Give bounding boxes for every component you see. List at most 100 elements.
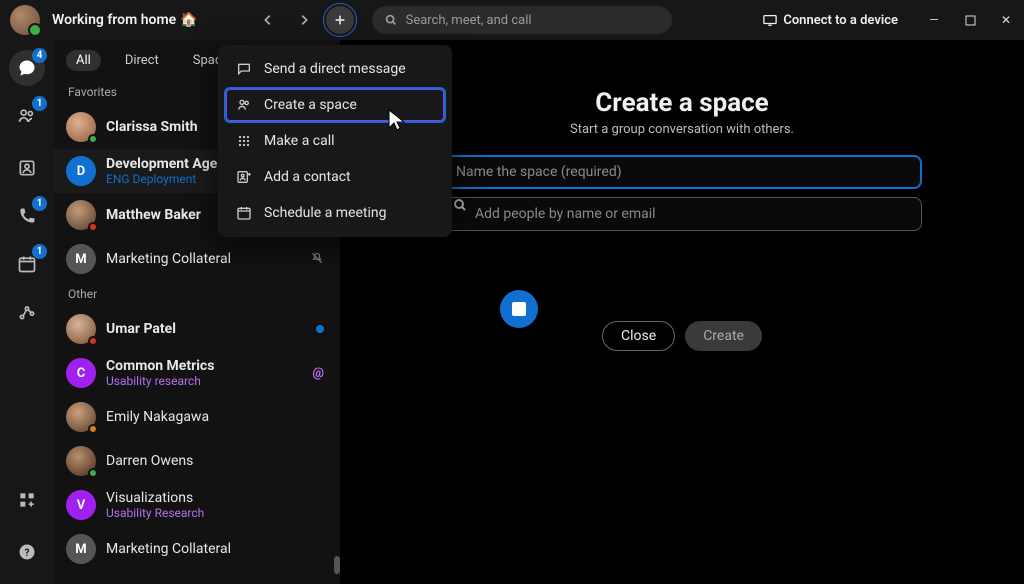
presence-dnd-icon — [88, 336, 98, 346]
panel-subtitle: Start a group conversation with others. — [570, 122, 794, 137]
menu-label: Send a direct message — [264, 61, 406, 77]
calendar-icon — [236, 205, 252, 221]
avatar-letter: M — [75, 252, 86, 267]
menu-label: Create a space — [264, 97, 357, 113]
section-other: Other — [54, 281, 340, 307]
maximize-button[interactable] — [962, 12, 978, 28]
rail-chat[interactable]: 4 — [9, 50, 45, 86]
space-icon — [236, 97, 252, 113]
avatar — [66, 200, 96, 230]
add-people-input[interactable] — [442, 197, 922, 231]
message-icon — [236, 61, 252, 77]
space-name-input[interactable] — [442, 155, 922, 189]
chat-subtitle: Usability Research — [106, 506, 204, 520]
chat-name: Emily Nakagawa — [106, 409, 209, 425]
avatar — [66, 314, 96, 344]
chat-name: Common Metrics — [106, 358, 214, 374]
chat-row[interactable]: M Marketing Collateral — [54, 237, 340, 281]
chat-row[interactable]: Darren Owens — [54, 439, 340, 483]
presence-away-icon — [88, 424, 98, 434]
rail-help[interactable]: ? — [9, 534, 45, 570]
rail-teams[interactable]: 1 — [9, 98, 45, 134]
rail-contacts[interactable] — [9, 150, 45, 186]
menu-create-space[interactable]: Create a space — [224, 87, 446, 123]
menu-schedule-meeting[interactable]: Schedule a meeting — [224, 195, 446, 231]
avatar: M — [66, 244, 96, 274]
avatar — [66, 112, 96, 142]
top-bar: Working from home 🏠 Search, meet, and ca… — [0, 0, 1024, 40]
forward-button[interactable] — [290, 6, 318, 34]
chat-row[interactable]: Umar Patel — [54, 307, 340, 351]
chat-name: Visualizations — [106, 490, 204, 506]
dialpad-icon — [236, 133, 252, 149]
panel-title: Create a space — [595, 88, 768, 118]
chat-name: Matthew Baker — [106, 207, 201, 223]
record-button[interactable] — [500, 290, 538, 328]
device-icon — [763, 13, 777, 27]
presence-available-icon — [88, 134, 98, 144]
chat-name: Umar Patel — [106, 321, 176, 337]
avatar-letter: D — [77, 164, 85, 179]
rail-calendar[interactable]: 1 — [9, 246, 45, 282]
nav-rail: 4 1 1 1 ? — [0, 40, 54, 584]
chat-row[interactable]: C Common Metrics Usability research @ — [54, 351, 340, 395]
close-window-button[interactable]: ✕ — [998, 12, 1014, 28]
avatar-letter: V — [77, 498, 86, 513]
status-emoji: 🏠 — [180, 12, 197, 28]
contact-icon — [17, 158, 37, 178]
menu-add-contact[interactable]: Add a contact — [224, 159, 446, 195]
self-avatar[interactable] — [10, 5, 40, 35]
avatar: V — [66, 490, 96, 520]
new-button[interactable] — [326, 6, 354, 34]
new-menu: Send a direct message Create a space Mak… — [218, 45, 452, 237]
svg-text:?: ? — [25, 548, 30, 559]
rail-apps[interactable] — [9, 482, 45, 518]
chat-name: Clarissa Smith — [106, 119, 198, 135]
menu-label: Add a contact — [264, 169, 351, 185]
menu-send-dm[interactable]: Send a direct message — [224, 51, 446, 87]
teams-badge: 1 — [32, 96, 47, 111]
menu-label: Make a call — [264, 133, 335, 149]
close-button[interactable]: Close — [602, 321, 675, 351]
tab-all[interactable]: All — [66, 50, 101, 71]
presence-dnd-icon — [88, 222, 98, 232]
connect-device-button[interactable]: Connect to a device — [763, 13, 898, 28]
chat-row[interactable]: Emily Nakagawa — [54, 395, 340, 439]
search-placeholder: Search, meet, and call — [406, 13, 532, 28]
mention-icon: @ — [312, 366, 324, 381]
chat-row[interactable]: V Visualizations Usability Research — [54, 483, 340, 527]
tab-direct[interactable]: Direct — [115, 50, 169, 71]
self-status[interactable]: Working from home 🏠 — [52, 12, 198, 28]
chat-name: Marketing Collateral — [106, 251, 231, 267]
status-label: Working from home — [52, 12, 176, 28]
calendar-badge: 1 — [32, 244, 47, 259]
rail-activity[interactable] — [9, 294, 45, 330]
chat-subtitle: Usability research — [106, 374, 214, 388]
add-contact-icon — [236, 169, 252, 185]
avatar-letter: C — [77, 366, 86, 381]
menu-make-call[interactable]: Make a call — [224, 123, 446, 159]
help-icon: ? — [17, 542, 37, 562]
avatar-letter: M — [75, 542, 86, 557]
window-controls: — ✕ — [926, 12, 1014, 28]
global-search[interactable]: Search, meet, and call — [372, 6, 672, 34]
create-button[interactable]: Create — [685, 321, 762, 351]
avatar: C — [66, 358, 96, 388]
avatar: M — [66, 534, 96, 564]
activity-icon — [17, 302, 37, 322]
unread-dot-icon — [316, 325, 324, 333]
presence-available-icon — [88, 468, 98, 478]
connect-label: Connect to a device — [783, 13, 898, 28]
chat-row[interactable]: M Marketing Collateral — [54, 527, 340, 571]
apps-icon — [17, 490, 37, 510]
rail-calls[interactable]: 1 — [9, 198, 45, 234]
chat-name: Darren Owens — [106, 453, 193, 469]
chat-badge: 4 — [32, 48, 47, 63]
chat-subtitle: ENG Deployment — [106, 172, 232, 186]
chat-name: Development Agenc — [106, 156, 232, 172]
back-button[interactable] — [254, 6, 282, 34]
avatar — [66, 402, 96, 432]
minimize-button[interactable]: — — [926, 12, 942, 28]
search-icon — [384, 13, 398, 27]
chat-name: Marketing Collateral — [106, 541, 231, 557]
